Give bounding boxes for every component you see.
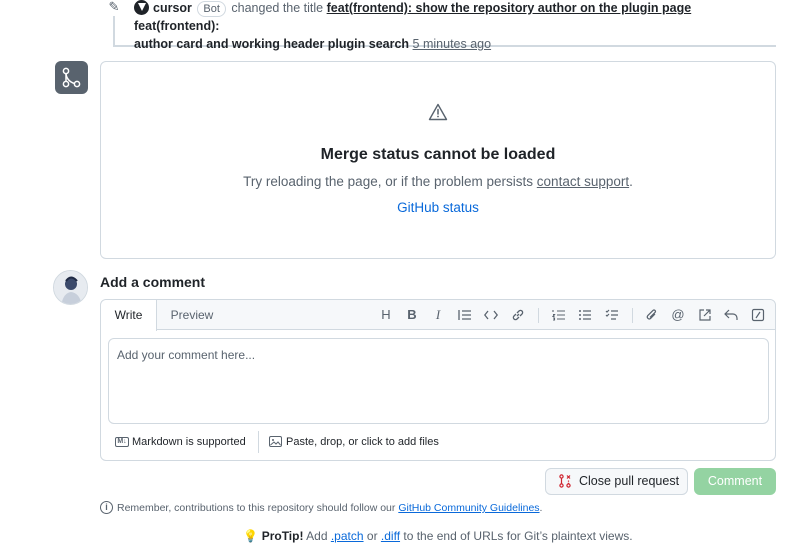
event-timestamp[interactable]: 5 minutes ago [413, 37, 492, 51]
community-guidelines-link[interactable]: GitHub Community Guidelines [398, 502, 539, 514]
protip-text-2: to the end of URLs for Git’s plaintext v… [403, 529, 633, 543]
unordered-list-icon[interactable] [575, 305, 595, 325]
comment-textarea[interactable] [108, 338, 769, 424]
quote-icon[interactable] [455, 305, 475, 325]
markdown-supported-link[interactable]: Markdown is supported [132, 436, 246, 448]
saved-reply-icon[interactable] [721, 305, 741, 325]
pencil-icon: ✎ [104, 0, 124, 16]
tab-write[interactable]: Write [101, 300, 157, 331]
contact-support-link[interactable]: contact support [537, 174, 629, 189]
guidelines-text: Remember, contributions to this reposito… [117, 502, 396, 514]
add-comment-heading: Add a comment [100, 274, 206, 290]
event-action: changed the title [231, 1, 324, 15]
tab-preview[interactable]: Preview [162, 300, 222, 330]
comment-submit-button[interactable]: Comment [694, 468, 776, 495]
markdown-icon: M↓ [115, 437, 129, 447]
new-title-part1: feat(frontend): [134, 19, 220, 33]
alert-icon [428, 103, 448, 121]
cross-reference-icon[interactable] [695, 305, 715, 325]
github-status-link[interactable]: GitHub status [100, 200, 776, 215]
guidelines-period: . [539, 502, 543, 514]
numbered-list-icon[interactable] [549, 305, 569, 325]
event-actor[interactable]: cursor [153, 1, 192, 15]
user-avatar[interactable] [53, 270, 88, 305]
slash-command-icon[interactable] [748, 305, 768, 325]
lightbulb-icon: 💡 [243, 529, 259, 543]
merge-status-title: Merge status cannot be loaded [320, 146, 556, 163]
pull-request-closed-icon [558, 474, 572, 488]
add-files-button[interactable]: Paste, drop, or click to add files [286, 436, 439, 448]
merge-icon [55, 61, 88, 94]
merge-message-text: Try reloading the page, or if the proble… [243, 174, 534, 189]
protip-text-1: Add [306, 529, 328, 543]
link-icon[interactable] [508, 305, 528, 325]
toolbar-separator [632, 308, 633, 323]
protip: 💡 ProTip! Add .patch or .diff to the end… [0, 529, 800, 543]
bot-badge: Bot [197, 1, 226, 17]
mention-icon[interactable]: @ [668, 305, 688, 325]
merge-message-period: . [629, 174, 633, 189]
bot-avatar-icon[interactable] [134, 0, 149, 15]
info-icon: i [100, 501, 113, 514]
protip-label: ProTip! [261, 529, 304, 543]
image-icon [269, 436, 282, 447]
patch-link[interactable]: .patch [331, 529, 364, 543]
diff-link[interactable]: .diff [381, 529, 400, 543]
guidelines-notice: Remember, contributions to this reposito… [117, 502, 542, 514]
title-change-event: cursor Bot changed the title feat(fronte… [134, 0, 774, 53]
attach-icon[interactable] [642, 305, 662, 325]
code-icon[interactable] [481, 305, 501, 325]
toolbar-separator [538, 308, 539, 323]
new-title-part2: author card and working header plugin se… [134, 37, 410, 51]
editor-footer-separator [258, 431, 259, 453]
protip-or: or [366, 529, 378, 543]
italic-icon[interactable]: I [428, 305, 448, 325]
bold-icon[interactable]: B [402, 305, 422, 325]
merge-status-message: Try reloading the page, or if the proble… [100, 174, 776, 189]
task-list-icon[interactable] [602, 305, 622, 325]
old-title: feat(frontend): show the repository auth… [326, 1, 692, 15]
heading-icon[interactable]: H [376, 305, 396, 325]
